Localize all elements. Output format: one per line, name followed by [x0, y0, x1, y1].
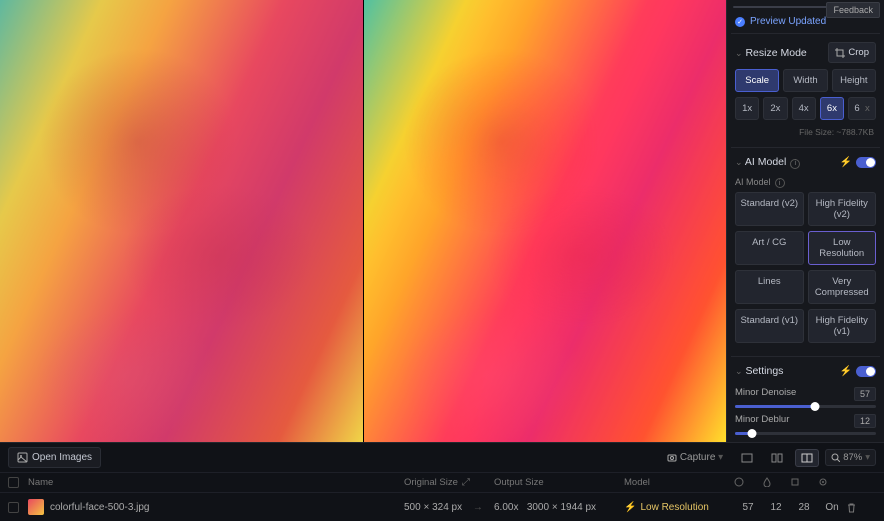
info-icon[interactable]: i: [775, 178, 785, 188]
open-images-button[interactable]: Open Images: [8, 447, 101, 468]
arrow-right-icon: →: [473, 502, 483, 513]
col-output-size[interactable]: Output Size: [494, 477, 624, 488]
scale-4x[interactable]: 4x: [792, 97, 816, 120]
chevron-down-icon: ⌄: [735, 157, 743, 167]
info-icon[interactable]: i: [790, 159, 800, 169]
bottom-panel: Open Images Capture ▾ 87% ▾ Name: [0, 442, 884, 521]
resize-section-header[interactable]: ⌄ Resize Mode Crop: [731, 42, 880, 69]
table-header: Name Original Size ⤢ Output Size Model: [0, 472, 884, 492]
view-split-icon[interactable]: [765, 449, 789, 467]
tab-scale[interactable]: Scale: [735, 69, 779, 92]
feedback-button[interactable]: Feedback: [826, 2, 880, 18]
model-high-fidelity-v2[interactable]: High Fidelity (v2): [808, 192, 877, 226]
col-deblur-icon: [762, 477, 790, 488]
settings-toggle[interactable]: [856, 366, 876, 377]
capture-button[interactable]: Capture ▾: [661, 448, 729, 467]
search-icon: [831, 453, 840, 462]
camera-icon: [667, 452, 677, 462]
col-denoise-icon: [734, 477, 762, 488]
row-multiplier: 6.00x: [494, 502, 518, 513]
expand-icon: ⤢: [462, 477, 470, 488]
row-original-size: 500 × 324 px: [404, 502, 462, 513]
status-text: Preview Updated: [750, 16, 826, 27]
chevron-down-icon: ⌄: [735, 48, 743, 58]
denoise-value[interactable]: 57: [854, 387, 876, 401]
model-standard-v2[interactable]: Standard (v2): [735, 192, 804, 226]
view-side-icon[interactable]: [795, 449, 819, 467]
deblur-slider[interactable]: [735, 432, 876, 435]
tab-height[interactable]: Height: [832, 69, 876, 92]
model-low-resolution[interactable]: Low Resolution: [808, 231, 877, 265]
model-art-cg[interactable]: Art / CG: [735, 231, 804, 265]
row-v4: On: [818, 502, 846, 513]
denoise-label: Minor Denoise: [735, 387, 796, 401]
scale-6x[interactable]: 6x: [820, 97, 844, 120]
col-opt4-icon: [818, 477, 846, 488]
bolt-icon: ⚡: [840, 366, 852, 377]
col-opt3-icon: [790, 477, 818, 488]
model-lines[interactable]: Lines: [735, 270, 804, 304]
check-icon: ✓: [735, 17, 745, 27]
trash-icon: [846, 502, 857, 513]
row-model: Low Resolution: [640, 502, 708, 513]
tab-width[interactable]: Width: [783, 69, 827, 92]
filesize-label: File Size: ~788.7KB: [731, 125, 880, 139]
deblur-label: Minor Deblur: [735, 414, 789, 428]
col-original-size[interactable]: Original Size ⤢: [404, 477, 494, 488]
row-denoise: 57: [734, 502, 762, 513]
row-output-size: 3000 × 1944 px: [527, 502, 596, 513]
row-checkbox[interactable]: [8, 502, 19, 513]
table-row[interactable]: colorful-face-500-3.jpg 500 × 324 px → 6…: [0, 492, 884, 521]
model-standard-v1[interactable]: Standard (v1): [735, 309, 804, 343]
ai-sub-label: AI Modeli: [731, 175, 880, 193]
deblur-value[interactable]: 12: [854, 414, 876, 428]
row-deblur: 12: [762, 502, 790, 513]
model-high-fidelity-v1[interactable]: High Fidelity (v1): [808, 309, 877, 343]
preview-after: [364, 0, 727, 442]
scale-2x[interactable]: 2x: [763, 97, 787, 120]
ai-toggle[interactable]: [856, 157, 876, 168]
row-thumbnail: [28, 499, 44, 515]
preview-before: [0, 0, 363, 442]
crop-button[interactable]: Crop: [828, 42, 876, 63]
zoom-control[interactable]: 87% ▾: [825, 449, 876, 466]
bolt-icon: ⚡: [624, 502, 636, 513]
view-single-icon[interactable]: [735, 449, 759, 467]
bolt-icon: ⚡: [840, 157, 852, 168]
sidebar: ⋮ ✓ Preview Updated ⌄ Resize Mode Crop S…: [726, 0, 884, 442]
col-model[interactable]: Model: [624, 477, 734, 488]
preview-compare[interactable]: [0, 0, 726, 442]
row-filename: colorful-face-500-3.jpg: [50, 502, 150, 513]
denoise-slider[interactable]: [735, 405, 876, 408]
scale-custom[interactable]: 6 x: [848, 97, 876, 120]
scale-1x[interactable]: 1x: [735, 97, 759, 120]
ai-section-header[interactable]: ⌄ AI Modeli ⚡: [731, 156, 880, 175]
chevron-down-icon: ⌄: [735, 366, 743, 376]
row-v3: 28: [790, 502, 818, 513]
col-name[interactable]: Name: [28, 477, 404, 488]
select-all-checkbox[interactable]: [8, 477, 19, 488]
crop-icon: [835, 48, 845, 58]
delete-row-button[interactable]: [846, 502, 876, 513]
image-icon: [17, 452, 28, 463]
settings-section-header[interactable]: ⌄ Settings ⚡: [731, 365, 880, 383]
model-very-compressed[interactable]: Very Compressed: [808, 270, 877, 304]
